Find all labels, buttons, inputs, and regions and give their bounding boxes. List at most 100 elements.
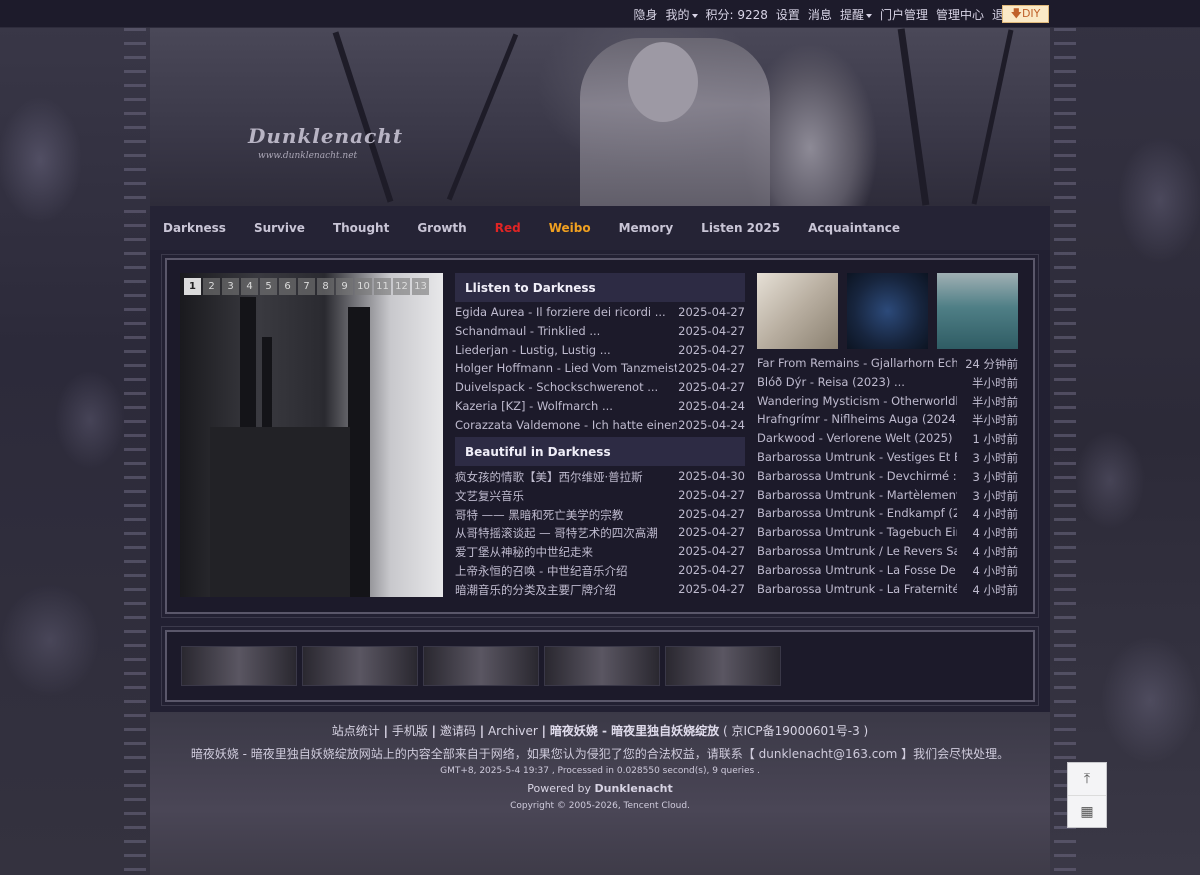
list-item-title[interactable]: 暗潮音乐的分类及主要厂牌介绍 (455, 582, 677, 601)
list-item-title[interactable]: Kazeria [KZ] - Wolfmarch ... (455, 399, 677, 418)
footer-icp[interactable]: ( 京ICP备19000601号-3 ) (723, 724, 868, 738)
list-item-title[interactable]: 从哥特摇滚谈起 — 哥特艺术的四次高潮 (455, 525, 677, 544)
slideshow-image[interactable] (180, 273, 443, 597)
list-item[interactable]: 爱丁堡从神秘的中世纪走来 2025-04-27 (455, 544, 745, 563)
list-item[interactable]: 暗潮音乐的分类及主要厂牌介绍 2025-04-27 (455, 582, 745, 601)
nav-item-darkness[interactable]: Darkness (163, 221, 226, 235)
list-item[interactable]: Barbarossa Umtrunk - Tagebuch Eines ... 4… (757, 525, 1018, 544)
list-item[interactable]: Wandering Mysticism - Otherworldly ... 半小… (757, 394, 1018, 413)
slide-page-8[interactable]: 8 (317, 278, 334, 295)
qr-code-icon[interactable]: ▦ (1068, 795, 1106, 827)
list-item[interactable]: 上帝永恒的召唤 - 中世纪音乐介绍 2025-04-27 (455, 563, 745, 582)
list-item[interactable]: Barbarossa Umtrunk - Vestiges Et Br ... 3… (757, 450, 1018, 469)
topbar-link-reminders[interactable]: 提醒 (840, 6, 872, 23)
topbar-link-admin-center[interactable]: 管理中心 (936, 6, 984, 23)
list-item[interactable]: Blóð Dýr - Reisa (2023) ... 半小时前 (757, 375, 1018, 394)
list-item-title[interactable]: Barbarossa Umtrunk - La Fosse De Ba ... (757, 563, 957, 582)
list-item-title[interactable]: 文艺复兴音乐 (455, 488, 677, 507)
list-item[interactable]: Holger Hoffmann - Lied Vom Tanzmeister .… (455, 361, 745, 380)
list-item[interactable]: Schandmaul - Trinklied ... 2025-04-27 (455, 324, 745, 343)
list-item[interactable]: Barbarossa Umtrunk - Martèlement d ... 3 … (757, 488, 1018, 507)
slide-page-13[interactable]: 13 (412, 278, 429, 295)
album-cover[interactable] (847, 273, 928, 349)
list-item-title[interactable]: Barbarossa Umtrunk / Le Revers Sang ... (757, 544, 957, 563)
list-item[interactable]: Darkwood - Verlorene Welt (2025) ... 1 小时… (757, 431, 1018, 450)
list-item[interactable]: 文艺复兴音乐 2025-04-27 (455, 488, 745, 507)
slide-page-12[interactable]: 12 (393, 278, 410, 295)
footer-link-archiver[interactable]: Archiver (488, 724, 538, 738)
list-item[interactable]: Barbarossa Umtrunk - Devchirmé : L ... 3 … (757, 469, 1018, 488)
slide-page-11[interactable]: 11 (374, 278, 391, 295)
footer-link-invite[interactable]: 邀请码 (440, 724, 476, 738)
footer-link-stats[interactable]: 站点统计 (332, 724, 380, 738)
footer-site-name[interactable]: 暗夜妖娆 - 暗夜里独自妖娆绽放 (550, 724, 719, 738)
list-item-title[interactable]: 疯女孩的情歌【美】西尔维娅·普拉斯 (455, 469, 677, 488)
site-logo[interactable]: Dunklenacht (248, 124, 403, 148)
list-item-title[interactable]: Wandering Mysticism - Otherworldly ... (757, 394, 957, 413)
thumbnail-image[interactable] (423, 646, 539, 686)
thumbnail-image[interactable] (544, 646, 660, 686)
list-item-title[interactable]: 爱丁堡从神秘的中世纪走来 (455, 544, 677, 563)
list-item[interactable]: Barbarossa Umtrunk - La Fraternité ... 4 … (757, 582, 1018, 601)
footer-link-mobile[interactable]: 手机版 (392, 724, 428, 738)
nav-item-acquaintance[interactable]: Acquaintance (808, 221, 900, 235)
list-item[interactable]: Corazzata Valdemone - Ich hatte einen K … (455, 418, 745, 437)
topbar-link-messages[interactable]: 消息 (808, 6, 832, 23)
list-item-title[interactable]: Barbarossa Umtrunk - Endkampf (201 ... (757, 506, 957, 525)
slide-page-7[interactable]: 7 (298, 278, 315, 295)
topbar-link-invisible[interactable]: 隐身 (633, 6, 657, 23)
topbar-link-credits[interactable]: 积分: 9228 (706, 6, 768, 23)
slide-page-6[interactable]: 6 (279, 278, 296, 295)
listen-header[interactable]: Llisten to Darkness (455, 273, 745, 302)
diy-button[interactable]: 🡇DIY (1002, 5, 1049, 23)
list-item-title[interactable]: 哥特 —— 黑暗和死亡美学的宗教 (455, 507, 677, 526)
nav-item-growth[interactable]: Growth (417, 221, 466, 235)
nav-item-thought[interactable]: Thought (333, 221, 389, 235)
nav-item-weibo[interactable]: Weibo (549, 221, 591, 235)
list-item-title[interactable]: Corazzata Valdemone - Ich hatte einen K … (455, 418, 677, 437)
topbar-link-portal-admin[interactable]: 门户管理 (880, 6, 928, 23)
topbar-link-mine[interactable]: 我的 (665, 6, 698, 23)
list-item-title[interactable]: Barbarossa Umtrunk - Vestiges Et Br ... (757, 450, 957, 469)
list-item[interactable]: Barbarossa Umtrunk - La Fosse De Ba ... 4… (757, 563, 1018, 582)
topbar-link-settings[interactable]: 设置 (776, 6, 800, 23)
slide-page-2[interactable]: 2 (203, 278, 220, 295)
nav-item-memory[interactable]: Memory (619, 221, 674, 235)
list-item[interactable]: Far From Remains - Gjallarhorn Echo ... 2… (757, 356, 1018, 375)
list-item-title[interactable]: Liederjan - Lustig, Lustig ... (455, 343, 677, 362)
list-item-title[interactable]: Barbarossa Umtrunk - Devchirmé : L ... (757, 469, 957, 488)
list-item[interactable]: Hrafngrímr - Niflheims Auga (2024) ... 半小… (757, 412, 1018, 431)
nav-item-red[interactable]: Red (495, 221, 521, 235)
list-item-title[interactable]: Egida Aurea - Il forziere dei ricordi ..… (455, 305, 677, 324)
album-cover[interactable] (937, 273, 1018, 349)
slide-page-1[interactable]: 1 (184, 278, 201, 295)
list-item-title[interactable]: Holger Hoffmann - Lied Vom Tanzmeister .… (455, 361, 677, 380)
slide-page-5[interactable]: 5 (260, 278, 277, 295)
thumbnail-image[interactable] (181, 646, 297, 686)
album-cover[interactable] (757, 273, 838, 349)
list-item[interactable]: Barbarossa Umtrunk / Le Revers Sang ... 4… (757, 544, 1018, 563)
list-item-title[interactable]: Schandmaul - Trinklied ... (455, 324, 677, 343)
back-to-top-icon[interactable]: ⤒ (1068, 763, 1106, 795)
list-item[interactable]: Duivelspack - Schockschwerenot ... 2025-0… (455, 380, 745, 399)
list-item[interactable]: 疯女孩的情歌【美】西尔维娅·普拉斯 2025-04-30 (455, 469, 745, 488)
list-item-title[interactable]: 上帝永恒的召唤 - 中世纪音乐介绍 (455, 563, 677, 582)
thumbnail-image[interactable] (302, 646, 418, 686)
powered-link[interactable]: Dunklenacht (595, 782, 673, 795)
list-item[interactable]: 从哥特摇滚谈起 — 哥特艺术的四次高潮 2025-04-27 (455, 525, 745, 544)
list-item[interactable]: Barbarossa Umtrunk - Endkampf (201 ... 4 … (757, 506, 1018, 525)
slide-page-9[interactable]: 9 (336, 278, 353, 295)
list-item[interactable]: Egida Aurea - Il forziere dei ricordi ..… (455, 305, 745, 324)
slide-page-10[interactable]: 10 (355, 278, 372, 295)
list-item-title[interactable]: Barbarossa Umtrunk - La Fraternité ... (757, 582, 957, 601)
beautiful-header[interactable]: Beautiful in Darkness (455, 437, 745, 466)
site-banner[interactable]: Dunklenacht www.dunklenacht.net (150, 28, 1050, 206)
nav-item-survive[interactable]: Survive (254, 221, 305, 235)
slide-page-4[interactable]: 4 (241, 278, 258, 295)
list-item-title[interactable]: Hrafngrímr - Niflheims Auga (2024) ... (757, 412, 957, 431)
list-item[interactable]: 哥特 —— 黑暗和死亡美学的宗教 2025-04-27 (455, 507, 745, 526)
nav-item-listen-2025[interactable]: Listen 2025 (701, 221, 780, 235)
thumbnail-image[interactable] (665, 646, 781, 686)
list-item-title[interactable]: Blóð Dýr - Reisa (2023) ... (757, 375, 957, 394)
list-item[interactable]: Liederjan - Lustig, Lustig ... 2025-04-27 (455, 343, 745, 362)
